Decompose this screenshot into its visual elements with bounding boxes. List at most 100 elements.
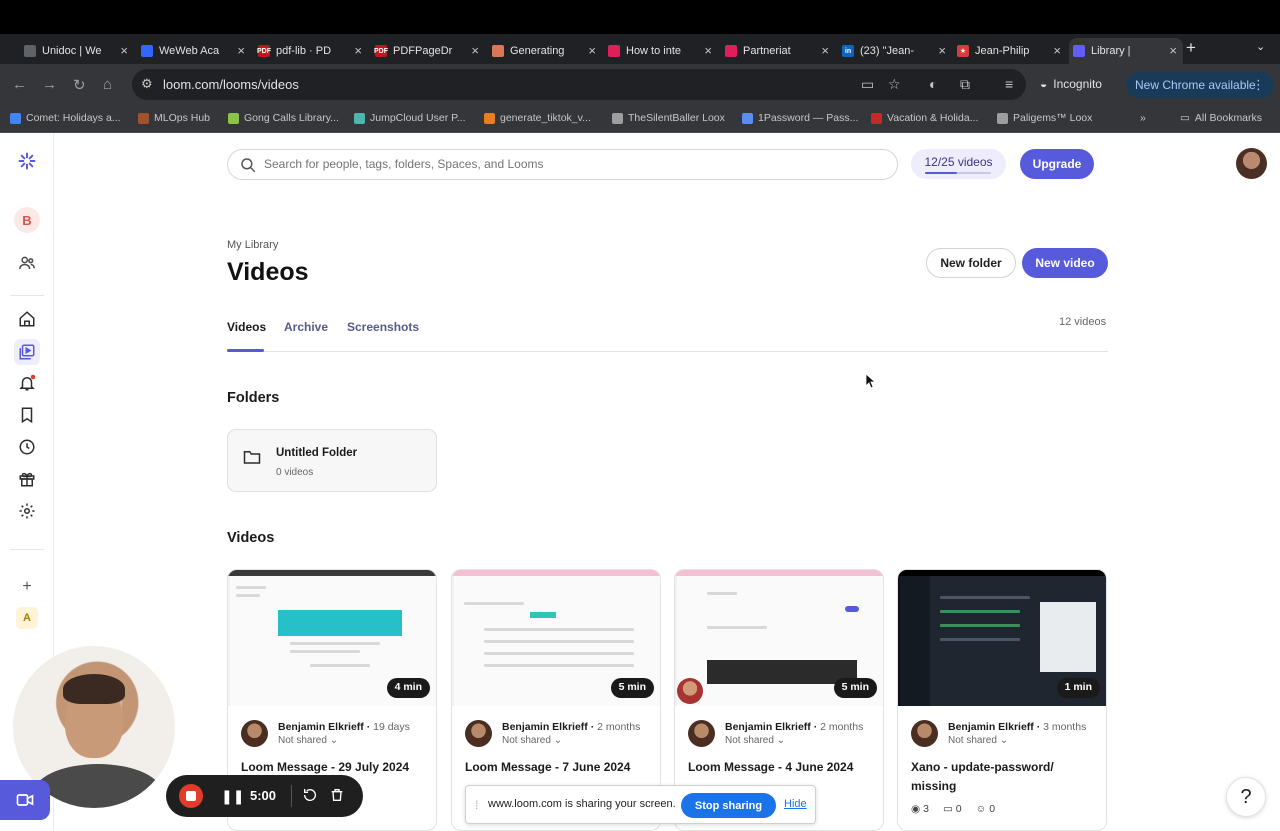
bookmark-item[interactable]: MLOps Hub xyxy=(138,112,210,124)
video-camera-icon[interactable]: ▭ xyxy=(861,76,874,93)
gift-icon[interactable] xyxy=(15,467,39,491)
trash-icon[interactable] xyxy=(329,787,345,803)
url-text[interactable]: loom.com/looms/videos xyxy=(163,77,299,92)
update-chrome-button[interactable]: New Chrome available ⋮ xyxy=(1126,72,1274,98)
help-button[interactable]: ? xyxy=(1226,777,1266,817)
video-thumbnail[interactable]: 5 min xyxy=(452,570,660,706)
browser-tab[interactable]: WeWeb Aca × xyxy=(137,38,251,64)
back-arrow-icon[interactable]: ← xyxy=(12,76,27,93)
extension-icon[interactable]: ◐ xyxy=(929,76,937,92)
history-clock-icon[interactable] xyxy=(15,435,39,459)
library-icon[interactable] xyxy=(14,339,40,365)
video-card[interactable]: 1 min Benjamin Elkrieff · 3 months Not s… xyxy=(897,569,1107,831)
notifications-bell-icon[interactable] xyxy=(15,371,39,395)
reload-icon[interactable]: ↻ xyxy=(73,76,86,94)
workspace-avatar-secondary[interactable]: A xyxy=(16,607,38,629)
close-tab-icon[interactable]: × xyxy=(237,43,245,58)
camera-toggle-button[interactable] xyxy=(0,780,50,820)
sharing-status-dropdown[interactable]: Not shared ⌄ xyxy=(948,735,1008,746)
folder-name: Untitled Folder xyxy=(276,447,358,459)
author-name: Benjamin Elkrieff xyxy=(502,721,588,733)
bookmark-star-icon[interactable]: ☆ xyxy=(888,76,901,93)
author-name: Benjamin Elkrieff xyxy=(948,721,1034,733)
search-input[interactable] xyxy=(264,157,864,171)
puzzle-icon[interactable]: ⧉ xyxy=(960,76,970,93)
drag-handle-icon[interactable]: ⁞ xyxy=(475,798,478,812)
browser-tab[interactable]: Generating × xyxy=(488,38,602,64)
video-title[interactable]: Loom Message - 4 June 2024 xyxy=(688,758,873,777)
browser-tab[interactable]: Library | × xyxy=(1069,38,1183,64)
close-tab-icon[interactable]: × xyxy=(1169,43,1177,58)
close-tab-icon[interactable]: × xyxy=(1053,43,1061,58)
folder-card[interactable]: Untitled Folder 0 videos xyxy=(227,429,437,492)
video-duration-badge: 5 min xyxy=(833,678,877,698)
close-tab-icon[interactable]: × xyxy=(938,43,946,58)
video-title[interactable]: Loom Message - 7 June 2024 xyxy=(465,758,650,777)
browser-tab[interactable]: PDF PDFPageDr × xyxy=(371,38,485,64)
close-tab-icon[interactable]: × xyxy=(354,43,362,58)
new-video-button[interactable]: New video xyxy=(1022,248,1108,278)
user-avatar[interactable] xyxy=(1236,148,1267,179)
bookmark-item[interactable]: Comet: Holidays a... xyxy=(10,112,121,124)
pause-recording-button[interactable]: ❚❚ xyxy=(221,788,244,805)
close-tab-icon[interactable]: × xyxy=(821,43,829,58)
browser-tab[interactable]: in (23) "Jean- × xyxy=(838,38,952,64)
site-settings-icon[interactable]: ⚙ xyxy=(141,76,153,92)
sharing-status-dropdown[interactable]: Not shared ⌄ xyxy=(278,735,338,746)
more-menu-icon[interactable]: ⋮ xyxy=(1252,77,1265,93)
chevron-down-icon: ⌄ xyxy=(329,735,339,746)
home-icon[interactable] xyxy=(15,307,39,331)
bookmark-item[interactable]: JumpCloud User P... xyxy=(354,112,466,124)
browser-tab[interactable]: How to inte × xyxy=(604,38,718,64)
all-bookmarks-folder[interactable]: ▭ All Bookmarks xyxy=(1180,112,1262,124)
close-tab-icon[interactable]: × xyxy=(471,43,479,58)
incognito-indicator[interactable]: ◒ Incognito xyxy=(1040,77,1102,91)
browser-tab[interactable]: PDF pdf-lib · PD × xyxy=(254,38,368,64)
tab-screenshots[interactable]: Screenshots xyxy=(347,320,419,334)
settings-gear-icon[interactable] xyxy=(15,499,39,523)
bookmark-item[interactable]: TheSilentBaller Loox xyxy=(612,112,725,124)
forward-arrow-icon[interactable]: → xyxy=(42,76,57,93)
bookmark-icon[interactable] xyxy=(15,403,39,427)
close-tab-icon[interactable]: × xyxy=(120,43,128,58)
stop-recording-button[interactable] xyxy=(179,784,203,808)
home-icon[interactable]: ⌂ xyxy=(103,76,112,93)
upgrade-button[interactable]: Upgrade xyxy=(1020,149,1094,179)
stop-sharing-button[interactable]: Stop sharing xyxy=(681,793,776,818)
close-tab-icon[interactable]: × xyxy=(704,43,712,58)
sharing-status-dropdown[interactable]: Not shared ⌄ xyxy=(502,735,562,746)
new-tab-button[interactable]: + xyxy=(1186,38,1196,58)
bookmark-item[interactable]: Paligems™ Loox xyxy=(997,112,1092,124)
new-folder-button[interactable]: New folder xyxy=(926,248,1016,278)
media-controls-icon[interactable]: ≡ xyxy=(1005,76,1013,92)
video-quota-badge[interactable]: 12/25 videos xyxy=(911,149,1006,179)
bookmark-item[interactable]: generate_tiktok_v... xyxy=(484,112,591,124)
add-workspace-plus-icon[interactable]: + xyxy=(15,575,39,599)
video-thumbnail[interactable]: 1 min xyxy=(898,570,1106,706)
close-tab-icon[interactable]: × xyxy=(588,43,596,58)
tab-archive[interactable]: Archive xyxy=(284,320,328,334)
bookmark-item[interactable]: Gong Calls Library... xyxy=(228,112,339,124)
people-icon[interactable] xyxy=(15,251,39,275)
video-thumbnail[interactable]: 5 min xyxy=(675,570,883,706)
tab-videos[interactable]: Videos xyxy=(227,320,266,334)
address-bar[interactable]: ⚙ loom.com/looms/videos ▭ ☆ ◐ ⧉ ≡ xyxy=(132,69,1026,100)
browser-tab[interactable]: Partneriat × xyxy=(721,38,835,64)
breadcrumb[interactable]: My Library xyxy=(227,239,278,251)
bookmark-favicon-icon xyxy=(354,112,365,124)
sharing-status-dropdown[interactable]: Not shared ⌄ xyxy=(725,735,785,746)
bookmark-item[interactable]: Vacation & Holida... xyxy=(871,112,978,124)
tab-search-chevron-icon[interactable]: ⌄ xyxy=(1256,40,1265,53)
video-thumbnail[interactable]: 4 min xyxy=(228,570,436,706)
workspace-avatar[interactable]: B xyxy=(14,207,40,233)
loom-logo-icon[interactable] xyxy=(15,149,39,173)
search-bar[interactable] xyxy=(227,149,898,180)
browser-tab[interactable]: ★ Jean-Philip × xyxy=(953,38,1067,64)
more-bookmarks-chevron-icon[interactable]: » xyxy=(1140,112,1146,124)
bookmark-label: generate_tiktok_v... xyxy=(500,112,591,124)
bookmark-item[interactable]: 1Password — Pass... xyxy=(742,112,858,124)
video-title[interactable]: Xano - update-password/ missing xyxy=(911,758,1096,796)
hide-sharing-bar-link[interactable]: Hide xyxy=(784,798,807,810)
browser-tab[interactable]: Unidoc | We × xyxy=(20,38,134,64)
restart-icon[interactable] xyxy=(302,787,318,803)
